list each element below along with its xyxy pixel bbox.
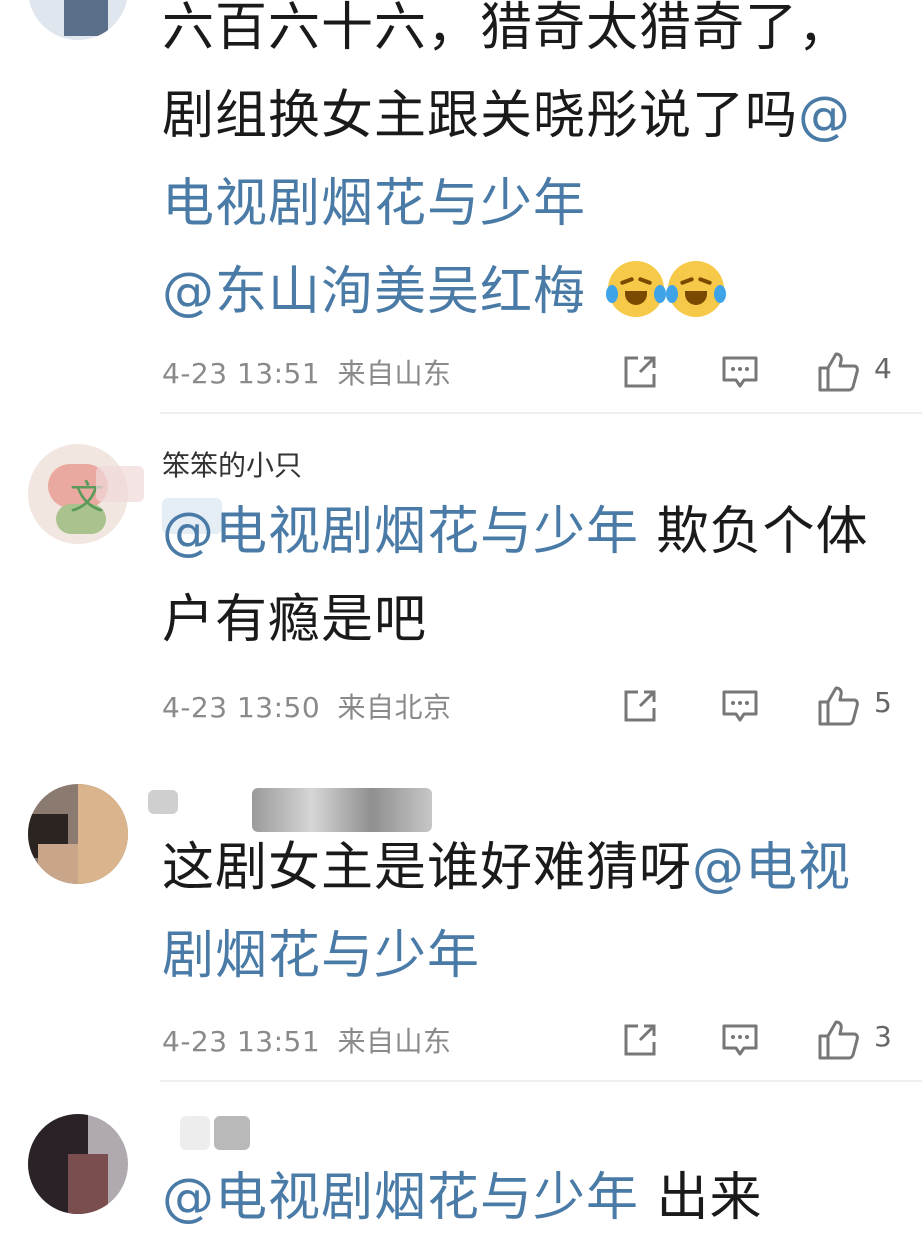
timestamp: 4-23 13:51: [162, 357, 321, 390]
reply-icon[interactable]: [718, 1018, 762, 1062]
comment-actions: 4: [618, 350, 898, 394]
comment-body: @电视剧烟花与少年 出来: [162, 1154, 902, 1242]
location: 来自北京: [337, 691, 452, 724]
comment-text: 出来: [639, 1168, 763, 1228]
comment-text: 这剧女主是谁好难猜呀: [162, 838, 693, 898]
mention-link[interactable]: @电视剧烟花与少年: [162, 1168, 639, 1228]
comment-actions: 5: [618, 684, 898, 728]
comment-item: @电视剧烟花与少年 出来: [0, 1082, 922, 1260]
avatar[interactable]: [28, 0, 128, 40]
mention-link[interactable]: @电视剧烟花与少年: [162, 502, 639, 562]
comment-item: 六百六十六，猎奇太猎奇了，剧组换女主跟关晓彤说了吗@电视剧烟花与少年 @东山洵美吴…: [0, 0, 922, 410]
username[interactable]: 笨笨的小只: [162, 444, 302, 484]
comment-body: @电视剧烟花与少年 欺负个体户有瘾是吧: [162, 488, 902, 664]
laugh-cry-emoji: [665, 261, 726, 317]
comment-meta: 4-23 13:51 来自山东: [162, 1020, 452, 1060]
comment-item: 文 笨笨的小只 @电视剧烟花与少年 欺负个体户有瘾是吧 4-23 13:50 来…: [0, 414, 922, 744]
location: 来自山东: [337, 357, 452, 390]
share-icon[interactable]: [618, 350, 662, 394]
like-count: 3: [874, 1020, 892, 1053]
reply-icon[interactable]: [718, 684, 762, 728]
blurred-region: [214, 1116, 250, 1150]
location: 来自山东: [337, 1025, 452, 1058]
comment-body: 六百六十六，猎奇太猎奇了，剧组换女主跟关晓彤说了吗@电视剧烟花与少年 @东山洵美吴…: [162, 0, 902, 336]
share-icon[interactable]: [618, 684, 662, 728]
mention-link[interactable]: @东山洵美吴红梅: [162, 262, 586, 322]
comment-actions: 3: [618, 1018, 898, 1062]
timestamp: 4-23 13:50: [162, 691, 321, 724]
timestamp: 4-23 13:51: [162, 1025, 321, 1058]
comment-meta: 4-23 13:50 来自北京: [162, 686, 452, 726]
blurred-region: [96, 466, 144, 502]
comment-body: 这剧女主是谁好难猜呀@电视剧烟花与少年: [162, 824, 902, 1000]
blurred-region: [148, 790, 178, 814]
comment-meta: 4-23 13:51 来自山东: [162, 352, 452, 392]
like-icon[interactable]: [816, 1018, 860, 1062]
laugh-cry-emoji: [605, 261, 666, 317]
like-count: 5: [874, 686, 892, 719]
like-count: 4: [874, 352, 892, 385]
reply-icon[interactable]: [718, 350, 762, 394]
comment-item: 这剧女主是谁好难猜呀@电视剧烟花与少年 4-23 13:51 来自山东 3: [0, 760, 922, 1080]
like-icon[interactable]: [816, 684, 860, 728]
avatar[interactable]: [28, 1114, 128, 1214]
blurred-region: [180, 1116, 210, 1150]
share-icon[interactable]: [618, 1018, 662, 1062]
like-icon[interactable]: [816, 350, 860, 394]
comment-text: 六百六十六，猎奇太猎奇了，剧组换女主跟关晓彤说了吗: [162, 0, 852, 146]
avatar[interactable]: [28, 784, 128, 884]
